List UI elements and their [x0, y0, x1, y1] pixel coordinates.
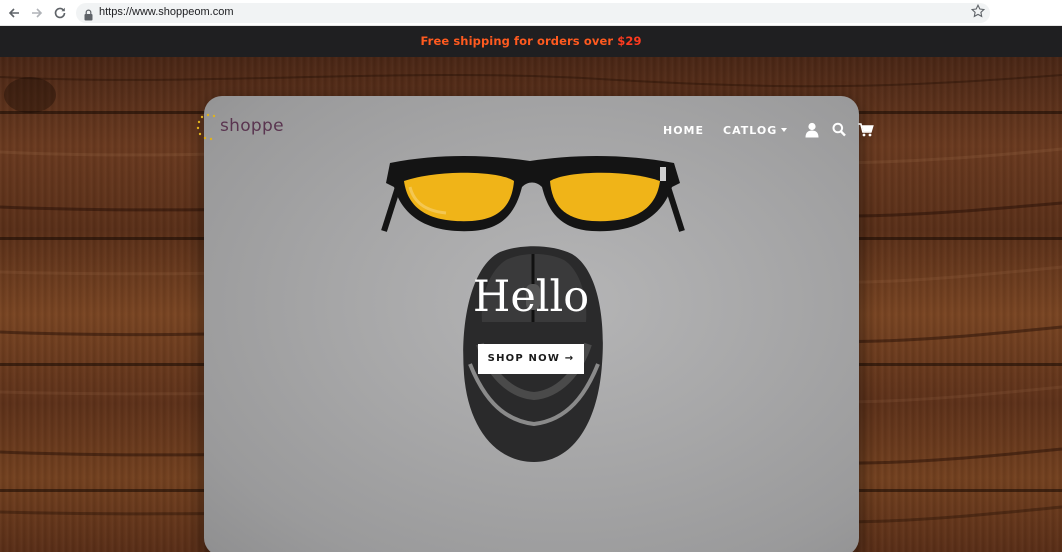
- user-icon[interactable]: [805, 122, 821, 138]
- url-text[interactable]: https://www.shoppeom.com: [99, 5, 234, 20]
- logo-text: shoppe: [220, 116, 284, 136]
- lock-icon[interactable]: [84, 6, 93, 21]
- cart-icon[interactable]: [858, 122, 874, 138]
- reload-icon[interactable]: [52, 5, 68, 21]
- announcement-bar: Free shipping for orders over $29: [0, 26, 1062, 57]
- hero-title: Hello: [472, 272, 590, 322]
- star-icon[interactable]: [970, 3, 986, 22]
- announcement-price: $29: [617, 34, 642, 48]
- hero-banner: shoppe HOME CATLOG Hello SHOP NOW →: [0, 57, 1062, 552]
- forward-arrow-icon[interactable]: [29, 5, 45, 21]
- logo[interactable]: shoppe: [196, 111, 296, 143]
- back-arrow-icon[interactable]: [6, 5, 22, 21]
- shop-now-button[interactable]: SHOP NOW →: [478, 344, 584, 374]
- browser-toolbar: https://www.shoppeom.com: [0, 0, 1062, 26]
- chevron-down-icon[interactable]: [781, 128, 787, 132]
- announcement-text: Free shipping for orders over: [420, 34, 618, 48]
- nav-home[interactable]: HOME: [663, 124, 704, 137]
- nav-catalog[interactable]: CATLOG: [723, 124, 777, 137]
- search-icon[interactable]: [832, 122, 848, 138]
- glasses-image: [381, 156, 685, 232]
- logo-mark-icon: [196, 113, 216, 141]
